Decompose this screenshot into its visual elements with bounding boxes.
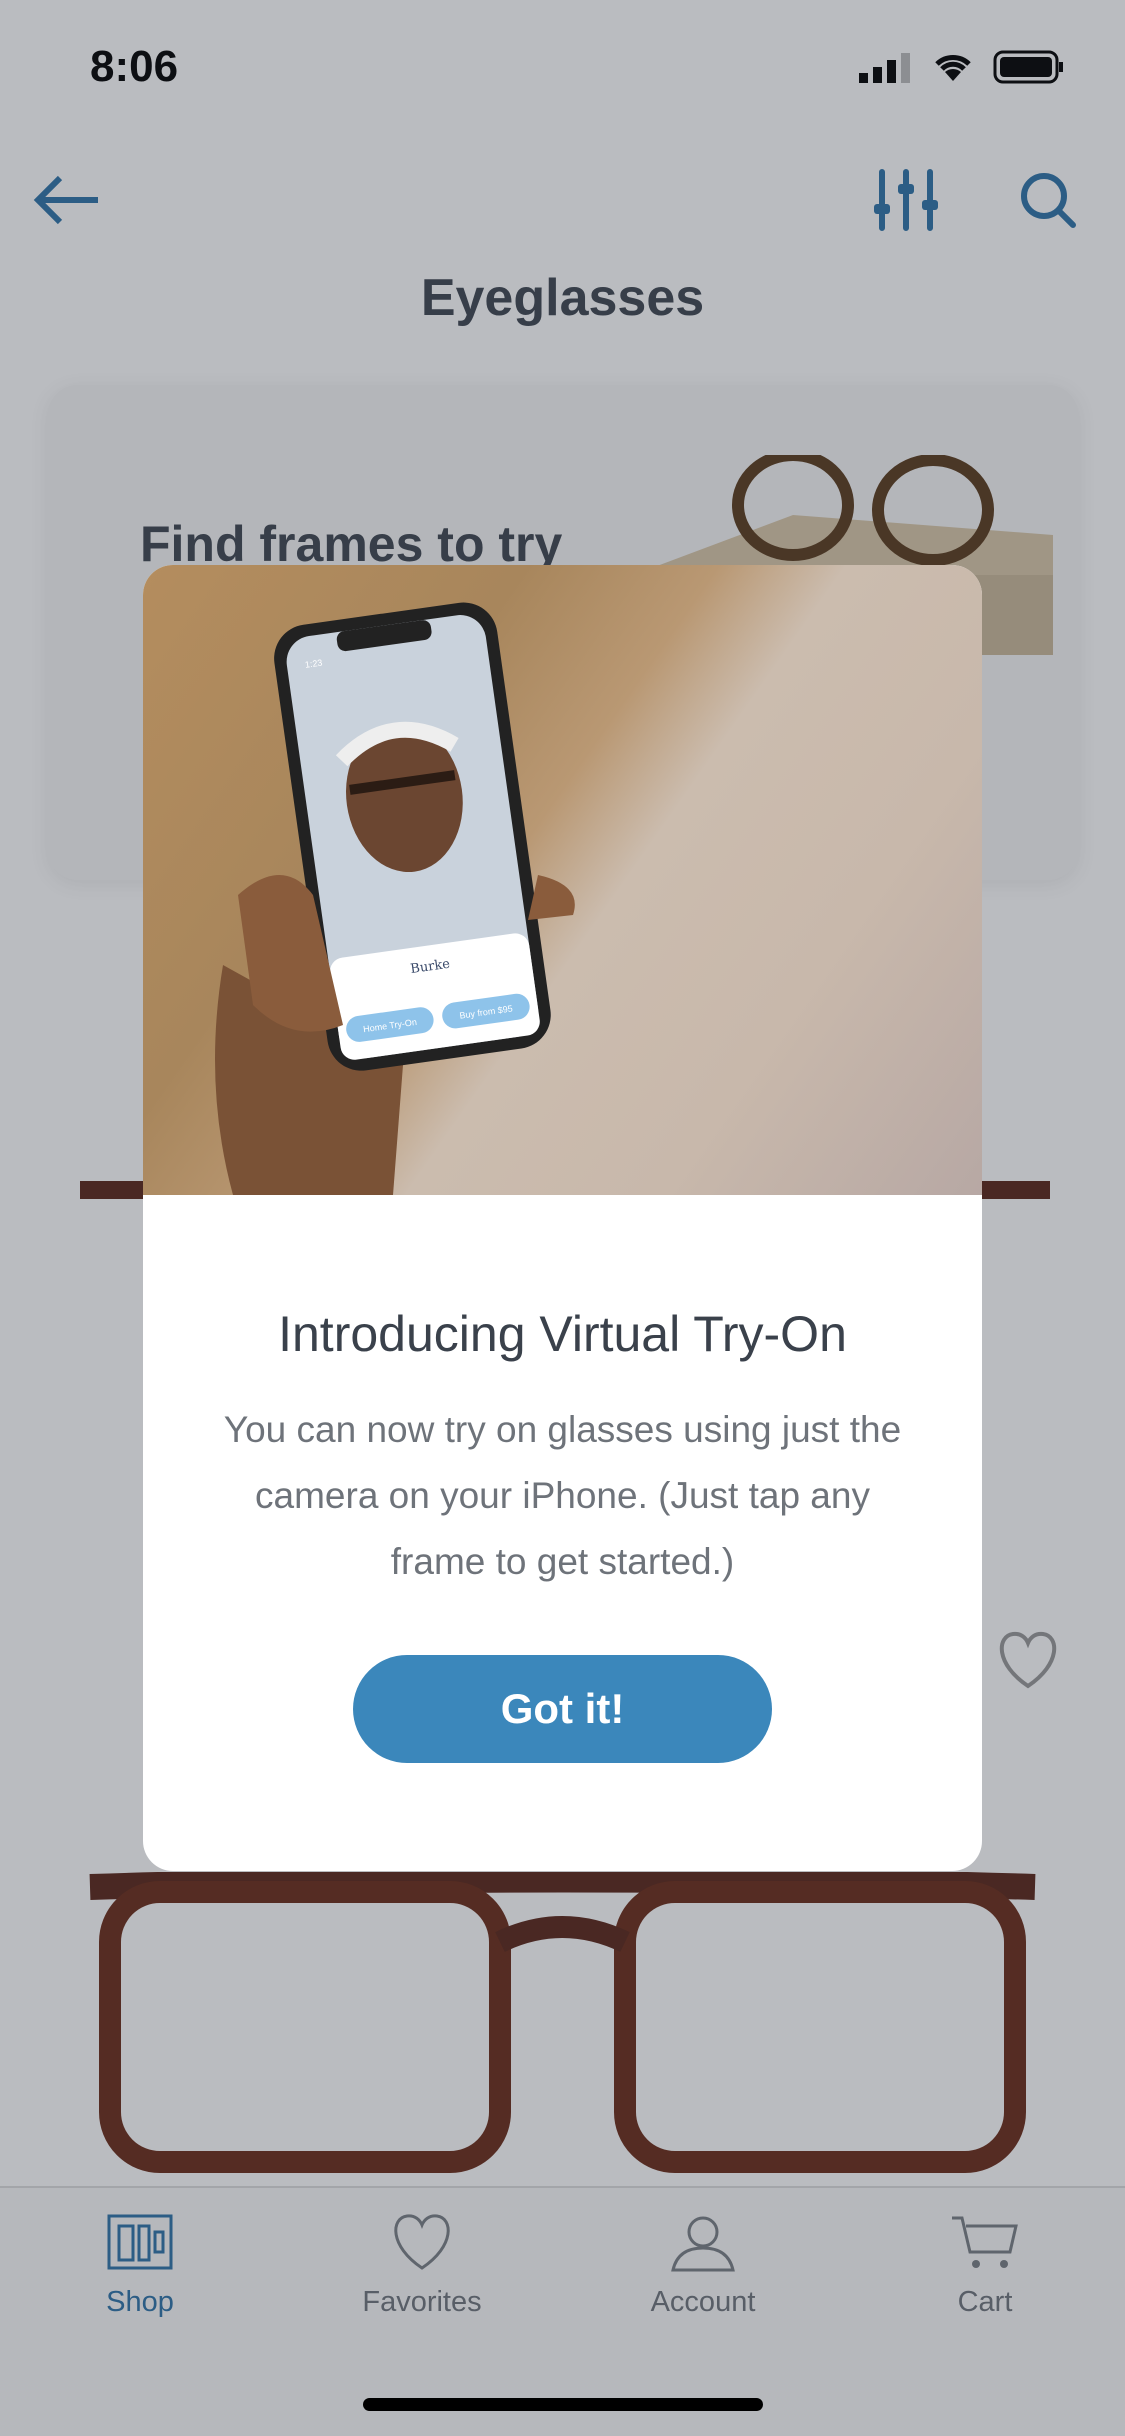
got-it-button[interactable]: Got it! (353, 1655, 772, 1763)
modal-body: You can now try on glasses using just th… (223, 1409, 902, 1582)
virtual-try-on-modal: Burke Home Try-On Buy from $95 1:23 Intr… (143, 565, 982, 1871)
modal-title: Introducing Virtual Try-On (278, 1306, 847, 1362)
try-on-photo: Burke Home Try-On Buy from $95 1:23 (143, 565, 982, 1195)
home-indicator[interactable] (363, 2398, 763, 2411)
